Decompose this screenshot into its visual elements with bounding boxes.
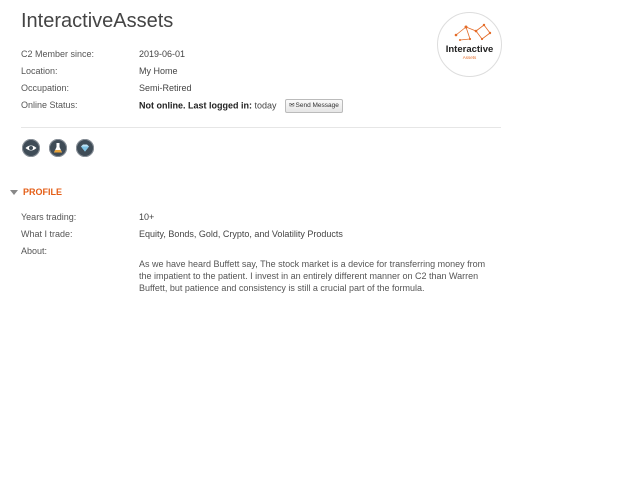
member-since-label: C2 Member since: <box>21 49 95 59</box>
occupation-label: Occupation: <box>21 83 70 93</box>
online-status-value: Not online. Last logged in: today ✉Send … <box>139 99 343 113</box>
profile-section-toggle[interactable]: PROFILE <box>10 187 62 197</box>
flask-icon[interactable] <box>49 139 67 157</box>
location-label: Location: <box>21 66 58 76</box>
profile-logo: Interactive Assets <box>437 12 502 77</box>
years-trading-label: Years trading: <box>21 212 77 222</box>
logo-name: Interactive <box>445 44 494 55</box>
logo-sub: Assets <box>462 55 477 60</box>
about-text: As we have heard Buffett say, The stock … <box>139 259 486 293</box>
eye-icon[interactable] <box>22 139 40 157</box>
caret-down-icon <box>10 190 18 196</box>
online-status-text: Not online. Last logged in: <box>139 100 252 111</box>
occupation-value: Semi-Retired <box>139 83 192 93</box>
member-since-value: 2019-06-01 <box>139 49 186 59</box>
what-i-trade-value: Equity, Bonds, Gold, Crypto, and Volatil… <box>139 229 343 239</box>
years-trading-value: 10+ <box>139 212 155 222</box>
about-label: About: <box>21 246 48 256</box>
envelope-icon: ✉ <box>289 102 295 109</box>
divider <box>21 127 501 128</box>
send-message-label: Send Message <box>295 102 339 109</box>
send-message-button[interactable]: ✉Send Message <box>285 99 343 113</box>
location-value: My Home <box>139 66 178 76</box>
profile-section-title: PROFILE <box>23 187 63 197</box>
diamond-icon[interactable] <box>76 139 94 157</box>
online-status-label: Online Status: <box>21 100 78 110</box>
what-i-trade-label: What I trade: <box>21 229 73 239</box>
username-title: InteractiveAssets <box>21 10 174 32</box>
last-login-value: today <box>254 100 277 111</box>
